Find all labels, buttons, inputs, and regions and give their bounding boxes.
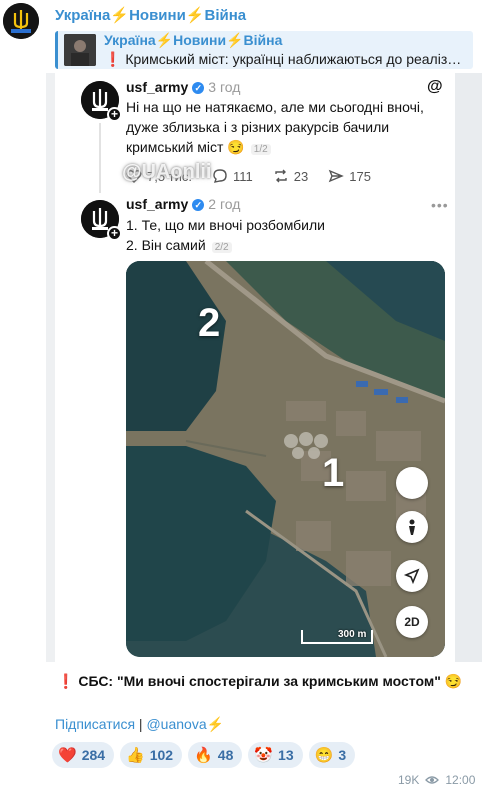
post-avatar: + <box>81 200 122 241</box>
threads-logo-icon: @ <box>427 78 443 95</box>
satellite-map: 1 2 2D 300 m <box>126 261 445 657</box>
thumbs-up-icon: 👍 <box>126 747 145 764</box>
post-avatar: + <box>81 81 122 122</box>
fire-icon: 🔥 <box>194 747 213 764</box>
verified-icon: ✓ <box>192 199 205 212</box>
bolt-icon: ⚡ <box>155 32 174 48</box>
send-icon <box>328 169 345 183</box>
location-button[interactable] <box>396 560 428 592</box>
reply-title: Україна⚡Новини⚡Війна <box>104 32 283 48</box>
post-image[interactable]: @ + usf_army ✓ 3 год Ні на що не натякаємо… <box>55 73 455 662</box>
reply-thumbnail <box>64 34 96 66</box>
reaction-heart[interactable]: ❤️ 284 <box>52 742 115 768</box>
exclamation-icon: ❗ <box>57 673 75 689</box>
thread-counter: 2/2 <box>211 242 232 253</box>
follow-plus-icon: + <box>107 107 122 122</box>
reactions-bar: ❤️ 284 👍 102 🔥 48 🤡 13 😁 3 <box>52 742 356 768</box>
bolt-icon: ⚡ <box>206 716 225 732</box>
bolt-icon: ⚡ <box>110 7 130 24</box>
thread-line <box>99 123 101 193</box>
bolt-icon: ⚡ <box>185 7 205 24</box>
channel-links: Підписатися | @uanova⚡ <box>55 716 225 732</box>
map-scale-label: 300 m <box>338 629 367 640</box>
map-label-1: 1 <box>322 451 345 495</box>
map-label-2: 2 <box>198 301 221 345</box>
image-backdrop-left <box>46 73 55 662</box>
exclamation-icon: ❗ <box>104 51 122 67</box>
toggle-2d-button[interactable]: 2D <box>396 606 428 638</box>
subscribe-link[interactable]: Підписатися <box>55 716 135 732</box>
eye-icon <box>425 776 440 784</box>
post-username: usf_army ✓ 2 год <box>126 196 241 212</box>
follow-plus-icon: + <box>107 226 122 241</box>
reaction-clown[interactable]: 🤡 13 <box>248 742 303 768</box>
post-username: usf_army ✓ 3 год <box>126 79 241 95</box>
reply-quote[interactable]: Україна⚡Новини⚡Війна ❗ Кримський міст: у… <box>55 31 473 69</box>
reaction-fire[interactable]: 🔥 48 <box>188 742 243 768</box>
post-text: Ні на що не натякаємо, але ми сьогодні в… <box>126 99 424 155</box>
heart-icon: ❤️ <box>58 747 77 764</box>
post-caption: ❗ СБС: "Ми вночі спостерігали за кримськ… <box>57 673 463 689</box>
satellite-image <box>126 261 445 657</box>
view-count: 19K <box>398 773 420 787</box>
street-view-button[interactable] <box>396 511 428 543</box>
comment-icon <box>213 169 227 183</box>
channel-avatar[interactable] <box>3 3 39 39</box>
grin-icon: 😁 <box>314 747 334 764</box>
channel-name[interactable]: Україна⚡Новини⚡Війна <box>55 6 246 24</box>
compass-icon <box>407 478 417 488</box>
reposts-stat: 23 <box>273 167 308 185</box>
watermark: @UAonlii <box>122 161 212 183</box>
message-meta: 19K 12:00 <box>398 773 475 787</box>
thread-counter: 1/2 <box>250 144 271 155</box>
reaction-thumbs-up[interactable]: 👍 102 <box>120 742 183 768</box>
post-text: 1. Те, що ми вночі розбомбили 2. Він сам… <box>126 217 325 253</box>
shares-stat: 175 <box>328 167 371 185</box>
navigation-arrow-icon <box>403 568 420 585</box>
image-backdrop-right <box>455 73 482 662</box>
trident-logo-icon <box>3 3 39 39</box>
reaction-grin[interactable]: 😁 3 <box>308 742 356 768</box>
bolt-icon: ⚡ <box>226 32 244 48</box>
repost-icon <box>275 169 287 183</box>
comments-stat: 111 <box>212 167 253 185</box>
person-icon <box>409 519 415 535</box>
reply-text: ❗ Кримський міст: українці наближаються … <box>104 51 462 67</box>
more-options-icon: ••• <box>431 197 449 213</box>
message-time: 12:00 <box>445 773 476 787</box>
clown-icon: 🤡 <box>254 747 274 764</box>
compass-button[interactable] <box>396 467 428 499</box>
verified-icon: ✓ <box>192 82 205 95</box>
channel-handle-link[interactable]: @uanova <box>146 716 206 732</box>
